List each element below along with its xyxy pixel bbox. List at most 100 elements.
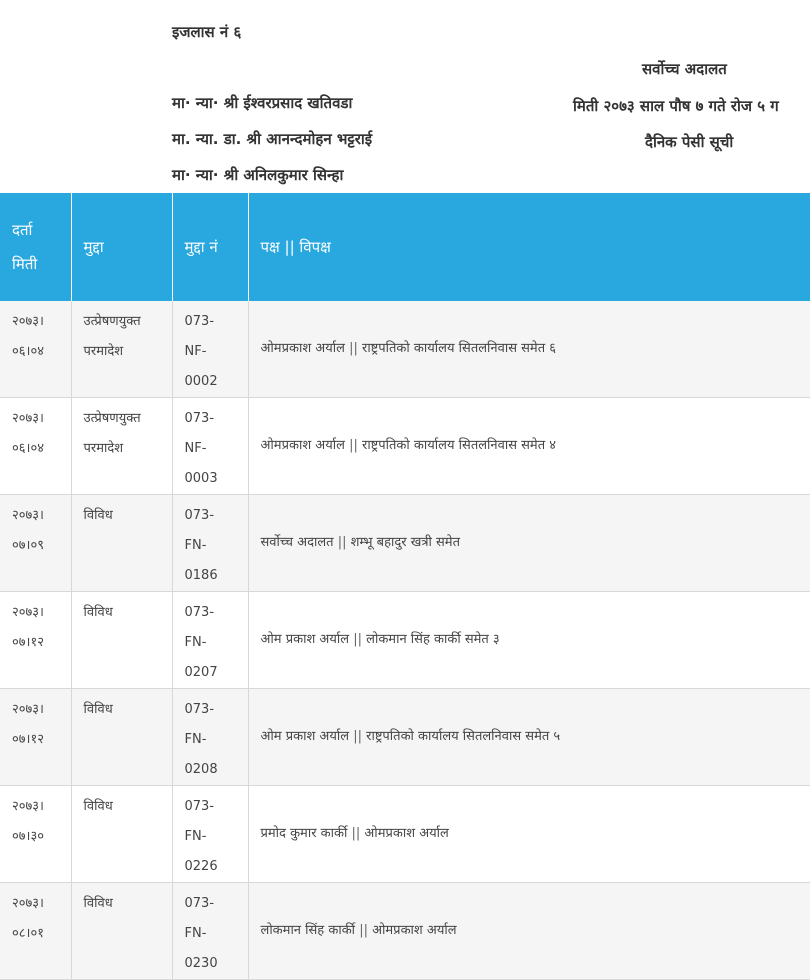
cell-parties: ओमप्रकाश अर्याल || राष्ट्रपतिको कार्यालय… [248,397,810,495]
cell-reg-date: २०७३। ०७।१२ [0,688,72,786]
case-list-table: दर्ता मिती मुद्दा मुद्दा नं पक्ष || विपक… [0,193,810,980]
cell-subject: विविध [71,882,173,980]
court-name: सर्वोच्च अदालत [642,60,727,78]
cell-reg-date: २०७३। ०७।१२ [0,591,72,689]
subject-line-2: परमादेश [83,344,124,359]
defendant: लोकमान सिंह कार्की समेत ३ [366,632,500,647]
judge-name-1: मा· न्या· श्री ईश्वरप्रसाद खतिवडा [172,94,353,112]
judge-name-3: मा· न्या· श्री अनिलकुमार सिन्हा [172,166,344,184]
list-title: दैनिक पेसी सूची [645,133,734,151]
cell-subject: विविध [71,688,173,786]
plaintiff: ओमप्रकाश अर्याल [260,341,345,356]
case-no-number: 0230 [184,956,218,971]
party-separator: || [351,826,361,841]
table-row[interactable]: २०७३। ०६।०४ उत्प्रेषणयुक्त परमादेश 073-NF- 00… [0,397,810,495]
reg-date-day: ०७।१२ [12,732,44,747]
reg-date-day: ०८।०१ [12,926,44,941]
reg-date-year: २०७३। [12,896,44,911]
cell-parties: ओम प्रकाश अर्याल || राष्ट्रपतिको कार्याल… [248,688,810,786]
cell-reg-date: २०७३। ०८।०१ [0,882,72,980]
plaintiff: ओम प्रकाश अर्याल [260,729,350,744]
case-no-prefix: 073-FN- [184,508,215,553]
reg-date-year: २०७३। [12,314,44,329]
cell-case-no: 073-NF- 0003 [172,397,249,495]
subject-line-1: विविध [83,605,113,620]
party-separator: || [349,438,358,453]
party-separator: || [353,729,362,744]
column-header-subject: मुद्दा [71,193,173,301]
cell-subject: विविध [71,494,173,592]
party-separator: || [337,535,347,550]
reg-date-day: ०६।०४ [12,344,44,359]
column-header-date: दर्ता मिती [0,193,72,301]
table-row[interactable]: २०७३। ०६।०४ उत्प्रेषणयुक्त परमादेश 073-NF- 00… [0,301,810,398]
subject-line-1: विविध [83,508,113,523]
reg-date-day: ०७।१२ [12,635,44,650]
case-no-prefix: 073-FN- [184,799,215,844]
party-separator: || [349,341,358,356]
case-no-prefix: 073-FN- [184,702,215,747]
cell-subject: विविध [71,785,173,883]
subject-line-2: परमादेश [83,441,124,456]
reg-date-day: ०६।०४ [12,441,44,456]
subject-line-1: उत्प्रेषणयुक्त [83,411,141,426]
column-header-parties: पक्ष || विपक्ष [248,193,810,301]
reg-date-year: २०७३। [12,702,44,717]
cell-case-no: 073-NF- 0002 [172,301,249,398]
plaintiff: प्रमोद कुमार कार्की [260,826,348,841]
cell-parties: ओमप्रकाश अर्याल || राष्ट्रपतिको कार्यालय… [248,301,810,398]
cell-reg-date: २०७३। ०७।३० [0,785,72,883]
plaintiff: ओम प्रकाश अर्याल [260,632,350,647]
plaintiff: लोकमान सिंह कार्की [260,923,356,938]
judge-name-2: मा. न्या. डा. श्री आनन्दमोहन भट्टराई [172,130,373,148]
cell-case-no: 073-FN- 0226 [172,785,249,883]
case-no-prefix: 073-NF- [184,411,215,456]
case-no-number: 0003 [184,471,218,486]
cell-case-no: 073-FN- 0186 [172,494,249,592]
case-no-number: 0002 [184,374,218,389]
cell-case-no: 073-FN- 0208 [172,688,249,786]
reg-date-year: २०७३। [12,799,44,814]
table-row[interactable]: २०७३। ०८।०१ विविध 073-FN- 0230 लोकमान सिंह का… [0,882,810,980]
cell-parties: लोकमान सिंह कार्की || ओमप्रकाश अर्याल [248,882,810,980]
case-no-number: 0208 [184,762,218,777]
defendant: राष्ट्रपतिको कार्यालय सितलनिवास समेत ६ [362,341,557,356]
party-separator: || [359,923,368,938]
reg-date-year: २०७३। [12,605,44,620]
bench-number: इजलास नं ६ [172,23,242,41]
column-header-case-no: मुद्दा नं [172,193,249,301]
cell-subject: विविध [71,591,173,689]
reg-date-day: ०७।०९ [12,538,44,553]
subject-line-1: विविध [83,702,113,717]
table-row[interactable]: २०७३। ०७।३० विविध 073-FN- 0226 प्रमोद कुमार क… [0,785,810,883]
date-line: मिती २०७३ साल पौष ७ गते रोज ५ ग [573,97,779,115]
case-no-number: 0226 [184,859,218,874]
table-header-row: दर्ता मिती मुद्दा मुद्दा नं पक्ष || विपक… [0,193,810,301]
cell-subject: उत्प्रेषणयुक्त परमादेश [71,301,173,398]
cell-reg-date: २०७३। ०६।०४ [0,301,72,398]
reg-date-year: २०७३। [12,411,44,426]
case-no-number: 0186 [184,568,218,583]
defendant: ओमप्रकाश अर्याल [372,923,457,938]
reg-date-day: ०७।३० [12,829,44,844]
reg-date-year: २०७३। [12,508,44,523]
defendant: ओमप्रकाश अर्याल [364,826,449,841]
subject-line-1: विविध [83,896,113,911]
table-row[interactable]: २०७३। ०७।१२ विविध 073-FN- 0207 ओम प्रकाश अर्य… [0,591,810,689]
defendant: राष्ट्रपतिको कार्यालय सितलनिवास समेत ४ [362,438,557,453]
cell-case-no: 073-FN- 0230 [172,882,249,980]
case-no-number: 0207 [184,665,218,680]
cell-parties: सर्वोच्च अदालत || शम्भू बहादुर खत्री समे… [248,494,810,592]
table-row[interactable]: २०७३। ०७।०९ विविध 073-FN- 0186 सर्वोच्च अदालत… [0,494,810,592]
subject-line-1: विविध [83,799,113,814]
case-no-prefix: 073-NF- [184,314,215,359]
case-no-prefix: 073-FN- [184,896,215,941]
cell-case-no: 073-FN- 0207 [172,591,249,689]
cell-reg-date: २०७३। ०६।०४ [0,397,72,495]
case-no-prefix: 073-FN- [184,605,215,650]
table-row[interactable]: २०७३। ०७।१२ विविध 073-FN- 0208 ओम प्रकाश अर्य… [0,688,810,786]
cell-subject: उत्प्रेषणयुक्त परमादेश [71,397,173,495]
plaintiff: सर्वोच्च अदालत [260,535,334,550]
cell-parties: ओम प्रकाश अर्याल || लोकमान सिंह कार्की स… [248,591,810,689]
cell-parties: प्रमोद कुमार कार्की || ओमप्रकाश अर्याल [248,785,810,883]
